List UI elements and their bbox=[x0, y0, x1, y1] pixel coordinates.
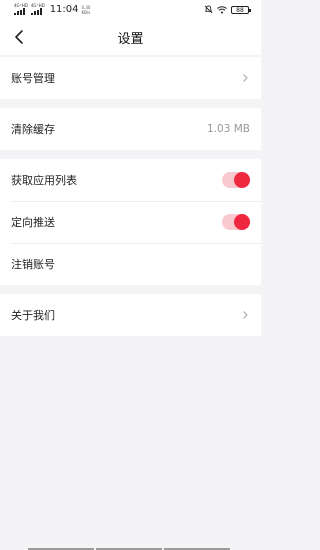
speed-unit: KB/s bbox=[81, 10, 91, 15]
battery-level: 88 bbox=[236, 6, 244, 14]
battery-icon: 88 bbox=[231, 5, 251, 14]
app-list-label: 获取应用列表 bbox=[11, 174, 77, 187]
targeted-push-row: 定向推送 bbox=[0, 201, 261, 243]
account-section: 账号管理 bbox=[0, 57, 261, 99]
page-title: 设置 bbox=[117, 32, 144, 47]
signal-sim1-icon: 4G⁺HD bbox=[14, 4, 28, 15]
account-management-row[interactable]: 账号管理 bbox=[0, 57, 261, 99]
toggle-knob bbox=[234, 172, 250, 188]
account-management-label: 账号管理 bbox=[11, 72, 55, 85]
targeted-push-label: 定向推送 bbox=[11, 216, 55, 229]
delete-account-row[interactable]: 注销账号 bbox=[0, 243, 261, 285]
clear-cache-label: 清除缓存 bbox=[11, 123, 55, 136]
clock: 11:04 bbox=[49, 4, 79, 15]
status-right: 88 bbox=[204, 5, 251, 14]
app-list-row: 获取应用列表 bbox=[0, 159, 261, 201]
toggle-knob bbox=[234, 214, 250, 230]
chevron-right-icon bbox=[243, 74, 248, 82]
status-left: 4G⁺HD 4G⁺HD 11:04 0.30 KB/s bbox=[14, 4, 90, 16]
delete-account-label: 注销账号 bbox=[11, 258, 55, 271]
about-us-label: 关于我们 bbox=[11, 309, 55, 322]
privacy-section: 获取应用列表 定向推送 注销账号 bbox=[0, 159, 261, 285]
targeted-push-toggle[interactable] bbox=[222, 214, 250, 230]
signal-sim2-icon: 4G⁺HD bbox=[30, 4, 45, 15]
cache-size: 1.03 MB bbox=[207, 123, 250, 135]
network-speed: 0.30 KB/s bbox=[82, 5, 91, 15]
cache-section: 清除缓存 1.03 MB bbox=[0, 108, 261, 150]
clear-cache-row[interactable]: 清除缓存 1.03 MB bbox=[0, 108, 261, 150]
header: 设置 bbox=[0, 20, 261, 55]
app-list-toggle[interactable] bbox=[222, 172, 250, 188]
wifi-icon bbox=[217, 5, 227, 13]
about-section: 关于我们 bbox=[0, 294, 261, 336]
back-arrow-icon[interactable] bbox=[10, 27, 30, 47]
about-us-row[interactable]: 关于我们 bbox=[0, 294, 261, 336]
notification-off-icon bbox=[204, 5, 213, 14]
chevron-right-icon bbox=[243, 311, 248, 319]
status-bar: 4G⁺HD 4G⁺HD 11:04 0.30 KB/s 88 bbox=[0, 0, 261, 20]
